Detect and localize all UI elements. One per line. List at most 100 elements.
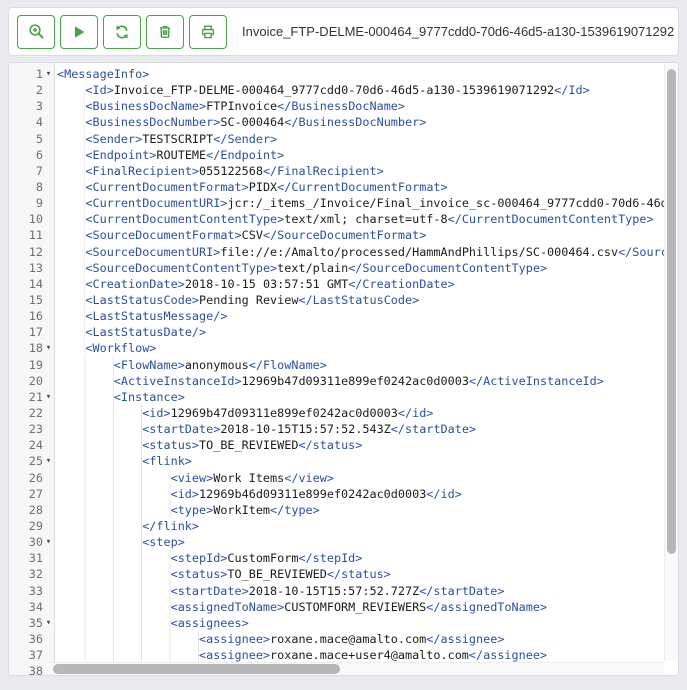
fold-gutter-spacer: [43, 244, 54, 260]
fold-gutter-spacer: [43, 486, 54, 502]
fold-toggle-icon[interactable]: ▾: [43, 534, 54, 550]
fold-gutter-spacer: [43, 82, 54, 98]
code-line[interactable]: 11<SourceDocumentFormat>CSV</SourceDocum…: [9, 227, 678, 243]
xml-tag: <SourceDocumentContentType>: [85, 261, 277, 275]
code-line[interactable]: 28<type>WorkItem</type>: [9, 502, 678, 518]
xml-text-value: 12969b47d09311e899ef0242ac0d0003: [171, 406, 398, 420]
fold-toggle-icon[interactable]: ▾: [43, 66, 54, 82]
code-line[interactable]: 27<id>12969b46d09311e899ef0242ac0d0003</…: [9, 486, 678, 502]
fold-toggle-icon[interactable]: ▾: [43, 453, 54, 469]
fold-gutter-spacer: [43, 114, 54, 130]
xml-tag: <startDate>: [142, 422, 220, 436]
code-line[interactable]: 8<CurrentDocumentFormat>PIDX</CurrentDoc…: [9, 179, 678, 195]
scrollbar-corner: [664, 661, 678, 675]
xml-text-value: roxane.mace+user4@amalto.com: [270, 648, 469, 662]
xml-text-value: ROUTEME: [156, 148, 206, 162]
fold-gutter-spacer: [43, 163, 54, 179]
xml-tag: <view>: [171, 471, 214, 485]
code-line[interactable]: 6<Endpoint>ROUTEME</Endpoint>: [9, 147, 678, 163]
code-text: <SourceDocumentFormat>CSV</SourceDocumen…: [57, 227, 426, 243]
code-lines[interactable]: 1▾<MessageInfo>2<Id>Invoice_FTP-DELME-00…: [9, 66, 678, 676]
code-line[interactable]: 15<LastStatusCode>Pending Review</LastSt…: [9, 292, 678, 308]
xml-tag: <MessageInfo>: [57, 67, 149, 81]
delete-button[interactable]: [146, 15, 184, 49]
indent-guides: [57, 405, 142, 421]
xml-text-value: Pending Review: [199, 293, 298, 307]
fold-toggle-icon[interactable]: ▾: [43, 615, 54, 631]
code-line[interactable]: 32<status>TO_BE_REVIEWED</status>: [9, 566, 678, 582]
line-number: 12: [9, 244, 43, 260]
vertical-scrollbar-track[interactable]: [664, 63, 678, 661]
xml-tag: <Workflow>: [85, 341, 156, 355]
code-line[interactable]: 20<ActiveInstanceId>12969b47d09311e899ef…: [9, 373, 678, 389]
xml-tag: <Instance>: [114, 390, 185, 404]
fold-toggle-icon[interactable]: ▾: [43, 340, 54, 356]
code-line[interactable]: 35▾<assignees>: [9, 615, 678, 631]
xml-text-value: 2018-10-15T15:57:52.543Z: [220, 422, 390, 436]
fold-gutter-spacer: [43, 599, 54, 615]
code-line[interactable]: 14<CreationDate>2018-10-15 03:57:51 GMT<…: [9, 276, 678, 292]
line-number: 14: [9, 276, 43, 292]
fold-toggle-icon[interactable]: ▾: [43, 389, 54, 405]
run-button[interactable]: [60, 15, 98, 49]
xml-code-editor[interactable]: 1▾<MessageInfo>2<Id>Invoice_FTP-DELME-00…: [8, 62, 679, 676]
vertical-scrollbar-thumb[interactable]: [667, 69, 676, 554]
code-line[interactable]: 29</flink>: [9, 518, 678, 534]
xml-tag: <LastStatusMessage/>: [85, 309, 227, 323]
code-line[interactable]: 7<FinalRecipient>055122568</FinalRecipie…: [9, 163, 678, 179]
code-line[interactable]: 16<LastStatusMessage/>: [9, 308, 678, 324]
code-line[interactable]: 1▾<MessageInfo>: [9, 66, 678, 82]
code-line[interactable]: 3<BusinessDocName>FTPInvoice</BusinessDo…: [9, 98, 678, 114]
refresh-button[interactable]: [103, 15, 141, 49]
xml-text-value: WorkItem: [213, 503, 270, 517]
fold-gutter-spacer: [43, 260, 54, 276]
xml-text-value: text/plain: [277, 261, 348, 275]
code-line[interactable]: 5<Sender>TESTSCRIPT</Sender>: [9, 131, 678, 147]
code-line[interactable]: 18▾<Workflow>: [9, 340, 678, 356]
code-line[interactable]: 33<startDate>2018-10-15T15:57:52.727Z</s…: [9, 583, 678, 599]
line-number: 13: [9, 260, 43, 276]
code-line[interactable]: 26<view>Work Items</view>: [9, 470, 678, 486]
xml-tag: <assignedToName>: [171, 600, 285, 614]
code-line[interactable]: 4<BusinessDocNumber>SC-000464</BusinessD…: [9, 114, 678, 130]
code-line[interactable]: 17<LastStatusDate/>: [9, 324, 678, 340]
code-line[interactable]: 25▾<flink>: [9, 453, 678, 469]
code-line[interactable]: 13 <SourceDocumentContentType>text/plain<…: [9, 260, 678, 276]
indent-guides: [57, 631, 199, 647]
xml-tag: <Id>: [85, 83, 113, 97]
line-number: 36: [9, 631, 43, 647]
code-line[interactable]: 23<startDate>2018-10-15T15:57:52.543Z</s…: [9, 421, 678, 437]
line-number: 17: [9, 324, 43, 340]
code-line[interactable]: 12<SourceDocumentURI>file://e:/Amalto/pr…: [9, 244, 678, 260]
indent-guides: [57, 518, 142, 534]
code-text: <Sender>TESTSCRIPT</Sender>: [57, 131, 277, 147]
horizontal-scrollbar-thumb[interactable]: [53, 664, 340, 674]
horizontal-scrollbar-track[interactable]: [45, 662, 664, 675]
xml-tag: </SourceDocumentContentType>: [348, 261, 547, 275]
code-line[interactable]: 31<stepId>CustomForm</stepId>: [9, 550, 678, 566]
indent-guides: [57, 566, 171, 582]
zoom-button[interactable]: [17, 15, 55, 49]
code-line[interactable]: 10<CurrentDocumentContentType>text/xml; …: [9, 211, 678, 227]
code-line[interactable]: 36<assignee>roxane.mace@amalto.com</assi…: [9, 631, 678, 647]
code-line[interactable]: 21▾<Instance>: [9, 389, 678, 405]
code-line[interactable]: 19<FlowName>anonymous</FlowName>: [9, 357, 678, 373]
xml-tag: </flink>: [142, 519, 199, 533]
fold-gutter-spacer: [43, 276, 54, 292]
code-line[interactable]: 9<CurrentDocumentURI>jcr:/_items_/Invoic…: [9, 195, 678, 211]
xml-tag: <ActiveInstanceId>: [114, 374, 242, 388]
code-line[interactable]: 34<assignedToName>CUSTOMFORM_REVIEWERS</…: [9, 599, 678, 615]
code-line[interactable]: 2<Id>Invoice_FTP-DELME-000464_9777cdd0-7…: [9, 82, 678, 98]
code-line[interactable]: 24<status>TO_BE_REVIEWED</status>: [9, 437, 678, 453]
code-line[interactable]: 30▾<step>: [9, 534, 678, 550]
code-line[interactable]: 22<id>12969b47d09311e899ef0242ac0d0003</…: [9, 405, 678, 421]
print-button[interactable]: [189, 15, 227, 49]
indent-guides: [57, 647, 199, 663]
xml-tag: </LastStatusCode>: [298, 293, 419, 307]
xml-text-value: SC-000464: [220, 115, 284, 129]
xml-tag: </FinalRecipient>: [263, 164, 384, 178]
line-number: 4: [9, 114, 43, 130]
indent-guides: [57, 211, 85, 227]
code-line[interactable]: 37<assignee>roxane.mace+user4@amalto.com…: [9, 647, 678, 663]
indent-guides: [57, 195, 85, 211]
